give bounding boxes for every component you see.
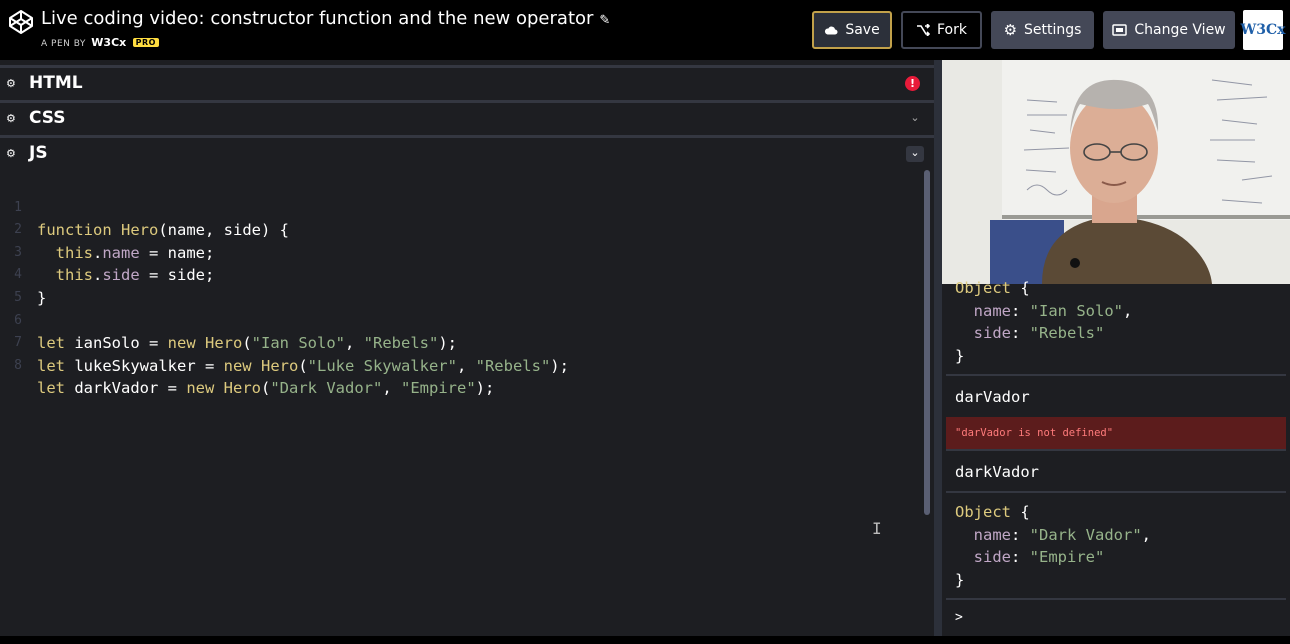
brace: {	[1011, 503, 1030, 521]
code-line[interactable]: 7 let lukeSkywalker = new Hero("Luke Sky…	[0, 310, 924, 375]
console-separator	[946, 449, 1286, 451]
html-settings-gear-icon[interactable]: ⚙	[6, 77, 16, 90]
code-line[interactable]: 3 this.side = side;	[0, 219, 924, 285]
editor-scrollbar[interactable]	[924, 170, 930, 515]
chevron-down-icon[interactable]: ⌄	[906, 111, 924, 127]
css-pane-header[interactable]: ⚙ CSS ⌄	[0, 100, 934, 133]
gear-icon: ⚙	[1003, 21, 1018, 39]
code-line[interactable]: 4 }	[0, 242, 924, 307]
html-pane-header[interactable]: ⚙ HTML !	[0, 65, 934, 98]
js-pane-header[interactable]: ⚙ JS ⌄	[0, 135, 934, 168]
js-pane-title: JS	[29, 143, 48, 163]
object-value: "Empire"	[1029, 548, 1105, 566]
js-settings-gear-icon[interactable]: ⚙	[6, 147, 16, 160]
change-view-label: Change View	[1134, 22, 1226, 38]
object-key: name	[973, 301, 1011, 320]
editor-area: ⚙ HTML ! ⚙ CSS ⌄ ⚙ JS ⌄ 1 function Hero(…	[0, 60, 934, 644]
css-settings-gear-icon[interactable]: ⚙	[6, 112, 16, 125]
save-button[interactable]: Save	[812, 11, 892, 49]
pen-byline: A PEN BY W3Cx PRO	[41, 36, 159, 49]
console-separator	[946, 598, 1286, 600]
pane-resize-divider[interactable]	[934, 60, 942, 644]
brace: {	[1011, 279, 1030, 297]
object-label: Object	[955, 503, 1011, 521]
video-preview	[942, 60, 1290, 284]
author-link[interactable]: W3Cx	[91, 36, 126, 49]
error-icon[interactable]: !	[905, 76, 920, 91]
settings-button[interactable]: ⚙ Settings	[991, 11, 1094, 49]
console-output-object: Object { name: "Dark Vador", side: "Empi…	[955, 503, 1151, 589]
byline-prefix: A PEN BY	[41, 39, 86, 49]
object-key: name	[973, 525, 1011, 544]
presenter-video-image	[942, 60, 1290, 284]
brace: }	[955, 570, 965, 589]
console-separator	[946, 374, 1286, 376]
code-text: let lukeSkywalker = new Hero("Luke Skywa…	[37, 356, 569, 375]
brace: }	[955, 346, 965, 365]
console-separator	[946, 491, 1286, 493]
object-value: "Dark Vador"	[1029, 525, 1142, 544]
change-view-button[interactable]: Change View	[1103, 11, 1235, 49]
object-key: side	[973, 324, 1011, 342]
console-input[interactable]: >	[946, 606, 1286, 636]
fork-icon	[917, 24, 930, 36]
object-value: "Ian Solo"	[1029, 301, 1123, 320]
js-code-editor[interactable]: 1 function Hero(name, side) { 2 this.nam…	[0, 174, 924, 398]
code-text: let darkVador = new Hero("Dark Vador", "…	[37, 379, 495, 398]
pencil-icon[interactable]: ✎	[599, 13, 610, 28]
bottom-bar	[0, 636, 1290, 644]
code-line[interactable]: 5	[0, 264, 924, 305]
css-pane-title: CSS	[29, 108, 66, 128]
save-label: Save	[845, 22, 880, 38]
chevron-down-icon[interactable]: ⌄	[906, 146, 924, 162]
object-key: side	[973, 548, 1011, 566]
console-command: darkVador	[946, 452, 1286, 492]
pen-title-text: Live coding video: constructor function …	[41, 8, 594, 29]
code-line[interactable]: 2 this.name = name;	[0, 197, 924, 262]
change-view-icon	[1112, 24, 1128, 36]
console-output-object: Object { name: "Ian Solo", side: "Rebels…	[955, 279, 1133, 365]
console-panel: Object { name: "Ian Solo", side: "Rebels…	[946, 279, 1286, 644]
fork-button[interactable]: Fork	[901, 11, 982, 49]
settings-label: Settings	[1024, 22, 1082, 38]
object-value: "Rebels"	[1029, 324, 1105, 342]
code-line[interactable]: 8 let darkVador = new Hero("Dark Vador",…	[0, 332, 924, 398]
text-cursor-icon: I	[872, 519, 882, 538]
code-line[interactable]: 6 let ianSolo = new Hero("Ian Solo", "Re…	[0, 287, 924, 353]
code-line[interactable]: 1 function Hero(name, side) {	[0, 174, 924, 240]
codepen-logo-icon[interactable]	[8, 9, 34, 35]
html-pane-title: HTML	[29, 73, 83, 93]
cloud-icon	[825, 26, 838, 35]
pro-badge: PRO	[132, 38, 159, 47]
pen-title[interactable]: Live coding video: constructor function …	[41, 8, 610, 29]
user-avatar[interactable]: W3Cx	[1241, 10, 1285, 50]
console-command: darVador	[946, 377, 1286, 417]
object-label: Object	[955, 279, 1011, 297]
console-prompt: >	[955, 610, 963, 625]
fork-label: Fork	[937, 22, 967, 38]
line-number: 8	[14, 357, 22, 373]
console-error: "darVador is not defined"	[946, 417, 1286, 449]
top-bar: Live coding video: constructor function …	[0, 0, 1290, 60]
